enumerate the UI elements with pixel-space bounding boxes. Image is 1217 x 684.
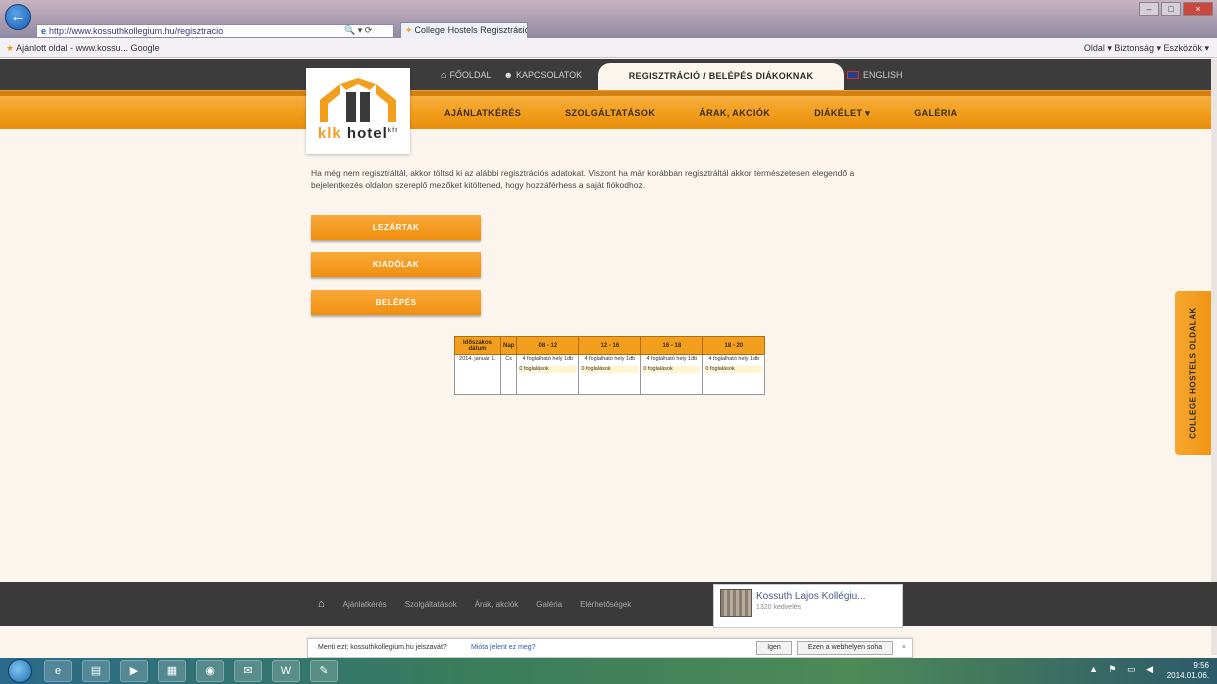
uk-flag-icon xyxy=(847,70,859,79)
outlook-icon[interactable]: ✉ xyxy=(234,660,262,682)
favorites-star-icon[interactable]: ★ xyxy=(6,43,14,53)
ie-icon: e xyxy=(41,26,47,36)
intro-text: Ha még nem regisztráltál, akkor töltsd k… xyxy=(311,168,855,190)
top-navigation: ⌂ FŐOLDAL ☻ KAPCSOLATOK REGISZTRÁCIÓ / BEL… xyxy=(0,59,1217,90)
back-arrow-icon[interactable]: ← xyxy=(5,4,31,30)
paint-icon[interactable]: ✎ xyxy=(310,660,338,682)
header-day: Nap xyxy=(499,336,518,355)
maximize-icon[interactable]: □ xyxy=(1161,2,1181,16)
menu-prices[interactable]: ÁRAK, AKCIÓK xyxy=(699,108,770,118)
site-logo[interactable]: klk hotelkft xyxy=(306,68,410,154)
tab-close-icon[interactable]: × xyxy=(518,23,523,38)
menu-services[interactable]: SZOLGÁLTATÁSOK xyxy=(565,108,655,118)
closed-button[interactable]: LEZÁRTAK xyxy=(311,215,481,240)
footer-link[interactable]: Árak, akciók xyxy=(475,600,519,609)
system-tray-icons[interactable]: ▲ ⚑ ▭ ◀ xyxy=(1089,664,1157,675)
page-scrollbar[interactable] xyxy=(1211,59,1217,655)
topnav-home[interactable]: ⌂ FŐOLDAL xyxy=(441,70,491,80)
tab-favicon-icon: ✦ xyxy=(405,25,413,35)
footer-home-icon[interactable]: ⌂ xyxy=(318,598,325,610)
facebook-page-card[interactable]: Kossuth Lajos Kollégiu... 1320 kedvelés xyxy=(713,584,903,628)
topnav-contacts[interactable]: ☻ KAPCSOLATOK xyxy=(503,70,582,80)
command-bar[interactable]: Oldal ▾ Biztonság ▾ Eszközök ▾ xyxy=(1084,38,1209,58)
cell-slot[interactable]: 4 foglalható hely 1db 0 foglalások xyxy=(702,354,766,395)
browser-titlebar: ← e http://www.kossuthkollegium.hu/regisz… xyxy=(0,0,1217,38)
window-controls: – □ × xyxy=(1139,2,1213,16)
ie-icon[interactable]: e xyxy=(44,660,72,682)
main-menu-bar: AJÁNLATKÉRÉS SZOLGÁLTATÁSOK ÁRAK, AKCIÓK… xyxy=(0,90,1217,129)
close-window-icon[interactable]: × xyxy=(1183,2,1213,16)
more-info-link[interactable]: Mióta jelent ez meg? xyxy=(471,639,536,657)
table-header-row: Időszakos dátum Nap 08 - 12 12 - 16 16 -… xyxy=(454,336,766,355)
minimize-icon[interactable]: – xyxy=(1139,2,1159,16)
building-thumbnail xyxy=(720,589,752,617)
address-bar[interactable]: e http://www.kossuthkollegium.hu/regisztr… xyxy=(36,24,394,38)
close-notification-icon[interactable]: × xyxy=(902,639,906,657)
college-hostels-side-tab[interactable]: COLLEGE HOSTELS OLDALAK xyxy=(1175,291,1211,455)
cell-slot[interactable]: 4 foglalható hely 1db 0 foglalások xyxy=(640,354,704,395)
menu-student-life[interactable]: DIÁKÉLET ▾ xyxy=(814,108,870,119)
register-login-tab[interactable]: REGISZTRÁCIÓ / BELÉPÉS DIÁKOKNAK xyxy=(598,63,844,90)
house-logo-icon xyxy=(320,78,396,122)
folder-icon[interactable]: ▤ xyxy=(82,660,110,682)
footer: ⌂ Ajánlatkérés Szolgáltatások Árak, akci… xyxy=(0,582,1217,626)
menu-gallery[interactable]: GALÉRIA xyxy=(914,108,957,118)
header-slot-2: 12 - 16 xyxy=(578,336,642,355)
menu-quote-request[interactable]: AJÁNLATKÉRÉS xyxy=(444,108,521,118)
header-date: Időszakos dátum xyxy=(454,336,501,355)
windows-taskbar: e ▤ ▶ ▦ ◉ ✉ W ✎ ▲ ⚑ ▭ ◀ 9:56 2014.01.06. xyxy=(0,658,1217,684)
cell-day: Cs xyxy=(499,354,518,395)
header-slot-4: 18 - 20 xyxy=(702,336,766,355)
start-button-icon[interactable] xyxy=(8,659,32,683)
chrome-icon[interactable]: ◉ xyxy=(196,660,224,682)
browser-tab[interactable]: ✦ College Hostels Regisztráció × xyxy=(400,22,528,38)
yes-button[interactable]: Igen xyxy=(756,641,792,655)
table-row: 2014. január 1. Cs 4 foglalható hely 1db… xyxy=(454,354,766,395)
media-icon[interactable]: ▶ xyxy=(120,660,148,682)
footer-link[interactable]: Ajánlatkérés xyxy=(343,600,387,609)
user-icon: ☻ xyxy=(503,69,513,80)
clock[interactable]: 9:56 2014.01.06. xyxy=(1167,661,1209,681)
schedule-table: Időszakos dátum Nap 08 - 12 12 - 16 16 -… xyxy=(454,336,766,395)
cell-date: 2014. január 1. xyxy=(454,354,501,395)
cell-slot[interactable]: 4 foglalható hely 1db 0 foglalások xyxy=(578,354,642,395)
footer-link[interactable]: Szolgáltatások xyxy=(405,600,457,609)
favorites-bar: ★ Ajánlott oldal - www.kossu... Google O… xyxy=(0,38,1217,58)
home-icon: ⌂ xyxy=(441,69,447,80)
rental-button[interactable]: KIADÓLAK xyxy=(311,252,481,277)
footer-link[interactable]: Elérhetőségek xyxy=(580,600,631,609)
login-button[interactable]: BELÉPÉS xyxy=(311,290,481,315)
calc-icon[interactable]: ▦ xyxy=(158,660,186,682)
header-slot-1: 08 - 12 xyxy=(516,336,580,355)
word-icon[interactable]: W xyxy=(272,660,300,682)
never-button[interactable]: Ezen a webhelyen soha xyxy=(797,641,893,655)
header-slot-3: 16 - 18 xyxy=(640,336,704,355)
save-password-bar: Menti ezt: kossuthkollegium.hu jelszavát… xyxy=(307,638,913,658)
address-tools[interactable]: 🔍 ▾ ⟳ xyxy=(344,25,372,36)
cell-slot[interactable]: 4 foglalható hely 1db 0 foglalások xyxy=(516,354,580,395)
language-switch[interactable]: ENGLISH xyxy=(847,59,903,90)
footer-link[interactable]: Galéria xyxy=(536,600,562,609)
